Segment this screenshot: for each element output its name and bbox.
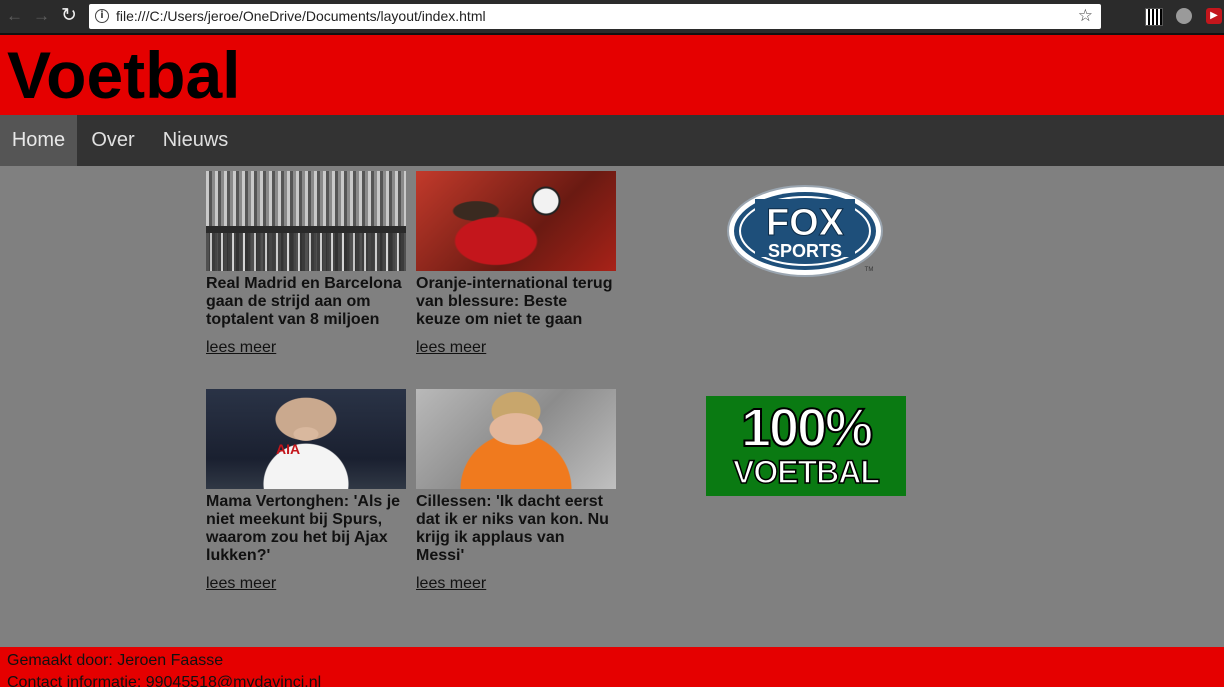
- browser-toolbar: ← → ↻ i file:///C:/Users/jeroe/OneDrive/…: [0, 0, 1224, 35]
- url-text[interactable]: file:///C:/Users/jeroe/OneDrive/Document…: [116, 8, 486, 24]
- back-arrow-icon[interactable]: ←: [6, 5, 23, 27]
- reload-icon[interactable]: ↻: [61, 5, 77, 27]
- spurs-player-image: AIA: [206, 389, 406, 489]
- read-more-link[interactable]: lees meer: [206, 339, 276, 357]
- fox-logo-text: FOX: [766, 202, 845, 244]
- nav-item-home[interactable]: Home: [0, 115, 77, 166]
- 100-voetbal-logo: 100% VOETBAL: [706, 396, 906, 496]
- article-card: Real Madrid en Barcelona gaan de strijd …: [206, 171, 406, 361]
- forward-arrow-icon[interactable]: →: [33, 5, 50, 27]
- bulb-extension-icon[interactable]: [1176, 8, 1192, 24]
- site-footer: Gemaakt door: Jeroen Faasse Contact info…: [0, 647, 1224, 687]
- footer-author: Gemaakt door: Jeroen Faasse: [7, 652, 224, 669]
- stadium-stands-image: [206, 171, 406, 271]
- player-header-image: [416, 171, 616, 271]
- qr-extension-icon[interactable]: [1145, 8, 1163, 26]
- read-more-link[interactable]: lees meer: [416, 339, 486, 357]
- site-header: Voetbal: [0, 35, 1224, 115]
- article-headline: Real Madrid en Barcelona gaan de strijd …: [206, 275, 402, 328]
- fox-sports-logo: FOX SPORTS TM: [727, 185, 883, 277]
- article-headline: Cillessen: 'Ik dacht eerst dat ik er nik…: [416, 493, 609, 564]
- sports-logo-text: SPORTS: [768, 241, 842, 261]
- nav-item-over[interactable]: Over: [77, 115, 149, 166]
- bookmark-star-icon[interactable]: ☆: [1078, 6, 1093, 26]
- video-extension-icon[interactable]: ▶: [1206, 8, 1222, 24]
- article-card: Cillessen: 'Ik dacht eerst dat ik er nik…: [416, 389, 616, 599]
- nav-item-nieuws[interactable]: Nieuws: [149, 115, 242, 166]
- extension-icon[interactable]: [1115, 8, 1131, 24]
- read-more-link[interactable]: lees meer: [416, 575, 486, 593]
- article-headline: Mama Vertonghen: 'Als je niet meekunt bi…: [206, 493, 401, 564]
- article-card: Oranje-international terug van blessure:…: [416, 171, 616, 361]
- keeper-portrait-image: [416, 389, 616, 489]
- trademark-text: TM: [865, 267, 874, 273]
- site-title: Voetbal: [7, 38, 241, 112]
- info-icon[interactable]: i: [95, 9, 109, 23]
- article-card: AIA Mama Vertonghen: 'Als je niet meekun…: [206, 389, 406, 599]
- read-more-link[interactable]: lees meer: [206, 575, 276, 593]
- logo-voetbal-text: VOETBAL: [732, 453, 880, 491]
- logo-percentage-text: 100%: [740, 397, 874, 459]
- footer-contact: Contact informatie: 99045518@mydavinci.n…: [7, 674, 322, 687]
- article-headline: Oranje-international terug van blessure:…: [416, 275, 613, 328]
- main-nav: Home Over Nieuws: [0, 115, 1224, 166]
- address-bar[interactable]: i file:///C:/Users/jeroe/OneDrive/Docume…: [89, 4, 1101, 29]
- shirt-sponsor-text: AIA: [276, 441, 301, 457]
